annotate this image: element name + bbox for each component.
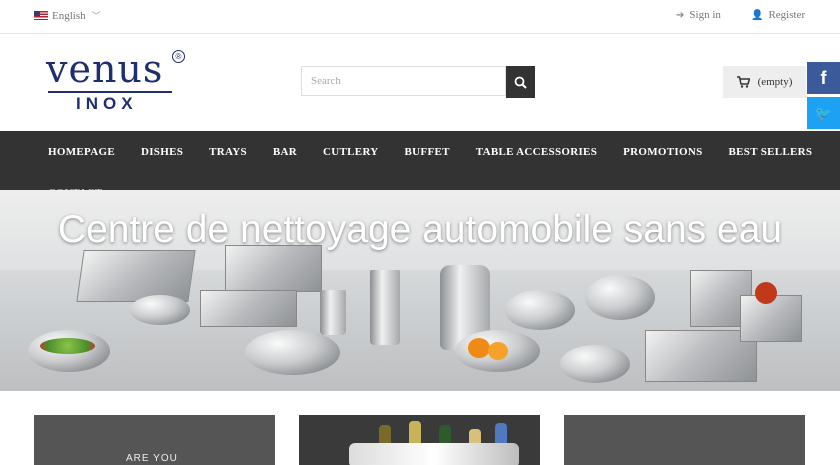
cart-button[interactable]: (empty) (723, 66, 806, 98)
nav-bar[interactable]: BAR (273, 146, 297, 158)
us-flag-icon (34, 11, 48, 20)
twitter-icon: 🐦 (814, 104, 833, 121)
promo-card-image[interactable] (299, 415, 540, 465)
promo-card[interactable]: ARE YOU (34, 415, 275, 465)
salad-image (40, 338, 95, 354)
hero-headline: Centre de nettoyage automobile sans eau (57, 208, 783, 251)
orange-image (468, 338, 490, 358)
nav-dishes[interactable]: DISHES (141, 146, 183, 158)
sign-in-link[interactable]: ➔ Sign in (676, 9, 721, 21)
appetizer-plate-image (560, 345, 630, 383)
facebook-button[interactable]: f (807, 62, 840, 94)
chafing-dish-image (225, 245, 322, 292)
sign-in-icon: ➔ (676, 9, 685, 21)
registered-mark: ® (172, 50, 185, 63)
user-plus-icon: 👤 (751, 9, 764, 21)
orange-image (488, 342, 508, 360)
sign-in-label: Sign in (689, 9, 721, 21)
twitter-button[interactable]: 🐦 (807, 97, 840, 129)
promo-card[interactable] (564, 415, 805, 465)
ice-tub-image (349, 443, 519, 465)
nav-buffet[interactable]: BUFFET (405, 146, 450, 158)
top-bar: English ﹀ ➔ Sign in 👤 Register (0, 0, 840, 34)
apple-image (755, 282, 777, 304)
shaker-image (320, 290, 346, 335)
chafing-dish-image (76, 250, 196, 302)
language-label: English (52, 9, 86, 22)
register-label: Register (768, 9, 806, 21)
logo-sub: INOX (76, 94, 138, 113)
plate-image (505, 290, 575, 330)
nav-table-accessories[interactable]: TABLE ACCESSORIES (476, 146, 597, 158)
ice-bucket-image (370, 270, 400, 345)
register-link[interactable]: 👤 Register (751, 9, 805, 21)
search-input[interactable]: Search (301, 66, 506, 96)
promo-card-text: ARE YOU (126, 453, 178, 464)
facebook-icon: f (820, 67, 827, 88)
nav-trays[interactable]: TRAYS (209, 146, 247, 158)
plate-image (245, 330, 340, 375)
nav-cutlery[interactable]: CUTLERY (323, 146, 379, 158)
nav-homepage[interactable]: HOMEPAGE (48, 146, 115, 158)
nav-row: HOMEPAGE DISHES TRAYS BAR CUTLERY BUFFET… (0, 131, 840, 173)
cart-label: (empty) (757, 76, 793, 88)
search-icon (514, 76, 527, 89)
bowl-image (130, 295, 190, 325)
nav-best-sellers[interactable]: BEST SELLERS (729, 146, 813, 158)
venus-inox-logo[interactable]: venus ® INOX (46, 47, 186, 113)
language-selector[interactable]: English ﹀ (34, 9, 101, 22)
search-button[interactable] (506, 66, 535, 98)
wok-bowl-image (585, 275, 655, 320)
cart-icon (736, 76, 750, 88)
nav-promotions[interactable]: PROMOTIONS (623, 146, 702, 158)
site-header: venus ® INOX Search (empty) (0, 34, 840, 131)
logo-brand: venus (46, 47, 164, 91)
logo-divider (48, 91, 172, 93)
chevron-down-icon: ﹀ (91, 11, 101, 21)
tray-image (200, 290, 297, 327)
